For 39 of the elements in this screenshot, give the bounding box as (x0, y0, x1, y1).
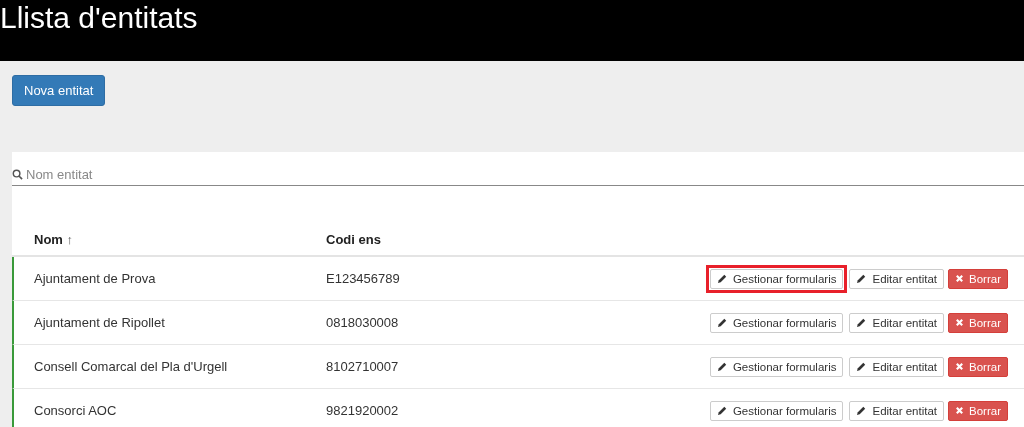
pencil-icon (856, 405, 868, 416)
column-header[interactable]: Codi ens (326, 232, 526, 255)
delete-button[interactable]: Borrar (948, 400, 1008, 421)
manage-forms-button[interactable]: Gestionar formularis (709, 356, 844, 377)
manage-forms-button[interactable]: Gestionar formularis (709, 268, 844, 289)
page-title: Llista d'entitats (0, 0, 199, 36)
table-cell-text: Consell Comarcal del Pla d'Urgell (33, 359, 229, 374)
close-icon (955, 274, 965, 283)
column-header[interactable]: Nom ↑ (12, 232, 326, 255)
delete-button[interactable]: Borrar (948, 312, 1008, 333)
pencil-icon (716, 361, 728, 372)
table-cell-text: Consorci AOC (33, 403, 118, 418)
edit-entity-button[interactable]: Editar entitat (849, 356, 945, 377)
pencil-icon (856, 273, 868, 284)
pencil-icon (856, 317, 868, 328)
table-cell-text: 9821920002 (326, 403, 400, 418)
table-cell-text: E123456789 (326, 271, 401, 286)
close-icon (955, 362, 965, 371)
table-cell-text: Ajuntament de Prova (33, 271, 157, 286)
table-cell-text: 8102710007 (326, 359, 400, 374)
pencil-icon (856, 361, 868, 372)
new-entity-button[interactable]: Nova entitat (12, 75, 106, 106)
pencil-icon (716, 405, 728, 416)
close-icon (955, 406, 965, 415)
manage-forms-button[interactable]: Gestionar formularis (709, 400, 844, 421)
edit-entity-button[interactable]: Editar entitat (849, 400, 945, 421)
delete-button[interactable]: Borrar (948, 356, 1008, 377)
search-icon (12, 168, 23, 180)
edit-entity-button[interactable]: Editar entitat (849, 312, 945, 333)
pencil-icon (716, 317, 728, 328)
search-input[interactable]: Nom entitat (26, 166, 1024, 182)
manage-forms-button[interactable]: Gestionar formularis (709, 312, 844, 333)
edit-entity-button[interactable]: Editar entitat (849, 268, 945, 289)
pencil-icon (716, 273, 728, 284)
close-icon (955, 318, 965, 327)
table-cell-text: 0818030008 (326, 315, 400, 330)
table-cell-text: Ajuntament de Ripollet (33, 315, 166, 330)
search-field[interactable]: Nom entitat (12, 163, 1024, 186)
delete-button[interactable]: Borrar (948, 268, 1008, 289)
